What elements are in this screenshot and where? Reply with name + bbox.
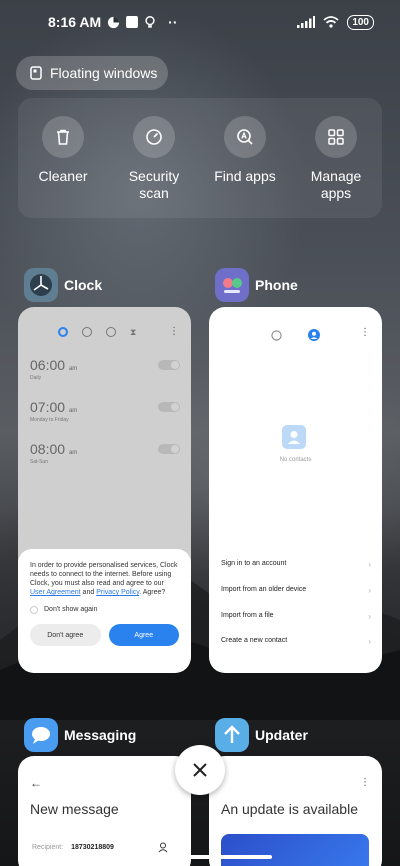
update-banner (221, 834, 369, 866)
updater-app-name: Updater (255, 727, 308, 743)
data-saver-icon (108, 16, 120, 28)
alarm-toggle[interactable] (158, 444, 180, 454)
alarm-repeat: Daily (30, 375, 42, 381)
bulb-icon (145, 15, 155, 28)
back-arrow-icon[interactable]: ← (30, 776, 42, 790)
recipient-label: Recipient: (32, 844, 64, 851)
notification-square-icon (126, 16, 139, 28)
messaging-app-card[interactable]: ← New message Recipient: 18730218809 (18, 756, 191, 866)
stopwatch-tab-icon[interactable] (106, 327, 116, 337)
clear-all-button[interactable] (175, 745, 225, 795)
alarm-toggle[interactable] (158, 402, 180, 412)
alarm-time: 07:00 (30, 399, 66, 415)
alarm-suffix: am (68, 450, 78, 456)
clock-tabs: ⧗ (58, 327, 136, 337)
alarm-repeat: Monday to Friday (30, 417, 69, 423)
status-time: 8:16 AM (48, 14, 102, 30)
phone-app-card[interactable]: ⋮ No contacts Sign in to an account › Imp… (209, 307, 382, 673)
import-older-device-item[interactable]: Import from an older device › (221, 586, 371, 595)
manage-apps-label: Manage apps (310, 168, 362, 201)
close-icon (193, 763, 207, 777)
dont-agree-button[interactable]: Don't agree (30, 624, 101, 646)
world-clock-tab-icon[interactable] (82, 327, 92, 337)
phone-app-name: Phone (255, 277, 298, 293)
cleaner-button[interactable]: Cleaner (18, 116, 108, 185)
create-contact-item[interactable]: Create a new contact › (221, 637, 371, 646)
clock-app-header[interactable]: Clock (24, 268, 102, 302)
chevron-right-icon: › (368, 586, 371, 595)
floating-windows-button[interactable]: Floating windows (16, 56, 168, 90)
manage-apps-button[interactable]: Manage apps (291, 116, 381, 202)
timer-tab-icon[interactable]: ⧗ (130, 327, 136, 337)
clock-app-name: Clock (64, 277, 103, 293)
chevron-right-icon: › (368, 560, 371, 569)
messaging-app-icon (24, 718, 58, 752)
speedometer-icon (146, 129, 162, 145)
quick-tools-panel: Cleaner Security scan Find apps Manage a… (18, 98, 382, 218)
alarm-suffix: am (68, 366, 78, 372)
dont-show-again-checkbox[interactable]: Don't show again (30, 605, 179, 614)
consent-text: In order to provide personalised service… (30, 562, 178, 596)
consent-dialog: In order to provide personalised service… (18, 549, 191, 673)
wifi-icon (323, 16, 339, 28)
alarm-repeat: Sat-Sun (30, 459, 49, 465)
phone-app-icon (215, 268, 249, 302)
dont-show-again-label: Don't show again (44, 606, 98, 613)
alarm-time: 06:00 (30, 357, 66, 373)
cleaner-label: Cleaner (38, 168, 88, 184)
grid-icon (328, 129, 344, 145)
contacts-tab-icon[interactable] (308, 329, 320, 341)
new-message-title: New message (30, 801, 119, 817)
search-letter-a-icon (237, 129, 253, 145)
alarm-time: 08:00 (30, 441, 66, 457)
call-log-tab-icon[interactable] (271, 330, 282, 341)
messaging-app-header[interactable]: Messaging (24, 718, 136, 752)
sign-in-account-item[interactable]: Sign in to an account › (221, 560, 371, 569)
empty-contacts-icon (282, 425, 306, 449)
checkbox-circle-icon (30, 605, 38, 614)
updater-more-icon[interactable]: ⋮ (360, 778, 370, 788)
import-file-item[interactable]: Import from a file › (221, 612, 371, 621)
chevron-right-icon: › (368, 612, 371, 621)
security-scan-label: Security scan (128, 168, 180, 201)
alarm-row[interactable]: 07:00 am Monday to Friday (30, 399, 180, 423)
clock-app-card[interactable]: ⧗ ⋮ 06:00 am Daily 07:00 am Monday to Fr… (18, 307, 191, 673)
alarm-tab-icon[interactable] (58, 327, 68, 337)
clock-more-icon[interactable]: ⋮ (169, 327, 179, 337)
home-indicator[interactable] (128, 855, 272, 859)
alarm-row[interactable]: 08:00 am Sat-Sun (30, 441, 180, 465)
privacy-policy-link[interactable]: Privacy Policy (96, 589, 139, 596)
updater-app-icon (215, 718, 249, 752)
no-contacts-text: No contacts (279, 457, 312, 463)
signal-icon (297, 16, 316, 28)
chevron-right-icon: › (368, 637, 371, 646)
update-available-title: An update is available (221, 801, 358, 817)
floating-windows-label: Floating windows (50, 65, 158, 81)
clock-app-icon (24, 268, 58, 302)
trash-icon (57, 129, 69, 145)
recipient-row[interactable]: Recipient: 18730218809 (32, 842, 178, 853)
recipient-value: 18730218809 (71, 844, 114, 851)
add-contact-icon[interactable] (158, 842, 168, 853)
floating-window-icon (30, 66, 42, 80)
alarm-toggle[interactable] (158, 360, 180, 370)
alarm-row[interactable]: 06:00 am Daily (30, 357, 180, 381)
security-scan-button[interactable]: Security scan (109, 116, 199, 202)
alarm-suffix: am (68, 408, 78, 414)
status-overflow: ·· (168, 14, 178, 30)
status-bar: 8:16 AM ·· 100 (0, 0, 400, 44)
phone-app-header[interactable]: Phone (215, 268, 298, 302)
battery-indicator: 100 (347, 14, 374, 30)
agree-button[interactable]: Agree (108, 624, 179, 646)
user-agreement-link[interactable]: User Agreement (30, 589, 81, 596)
updater-app-card[interactable]: ⋮ An update is available (209, 756, 382, 866)
find-apps-button[interactable]: Find apps (200, 116, 290, 185)
messaging-app-name: Messaging (64, 727, 137, 743)
updater-app-header[interactable]: Updater (215, 718, 308, 752)
phone-more-icon[interactable]: ⋮ (360, 328, 370, 338)
find-apps-label: Find apps (214, 168, 276, 184)
